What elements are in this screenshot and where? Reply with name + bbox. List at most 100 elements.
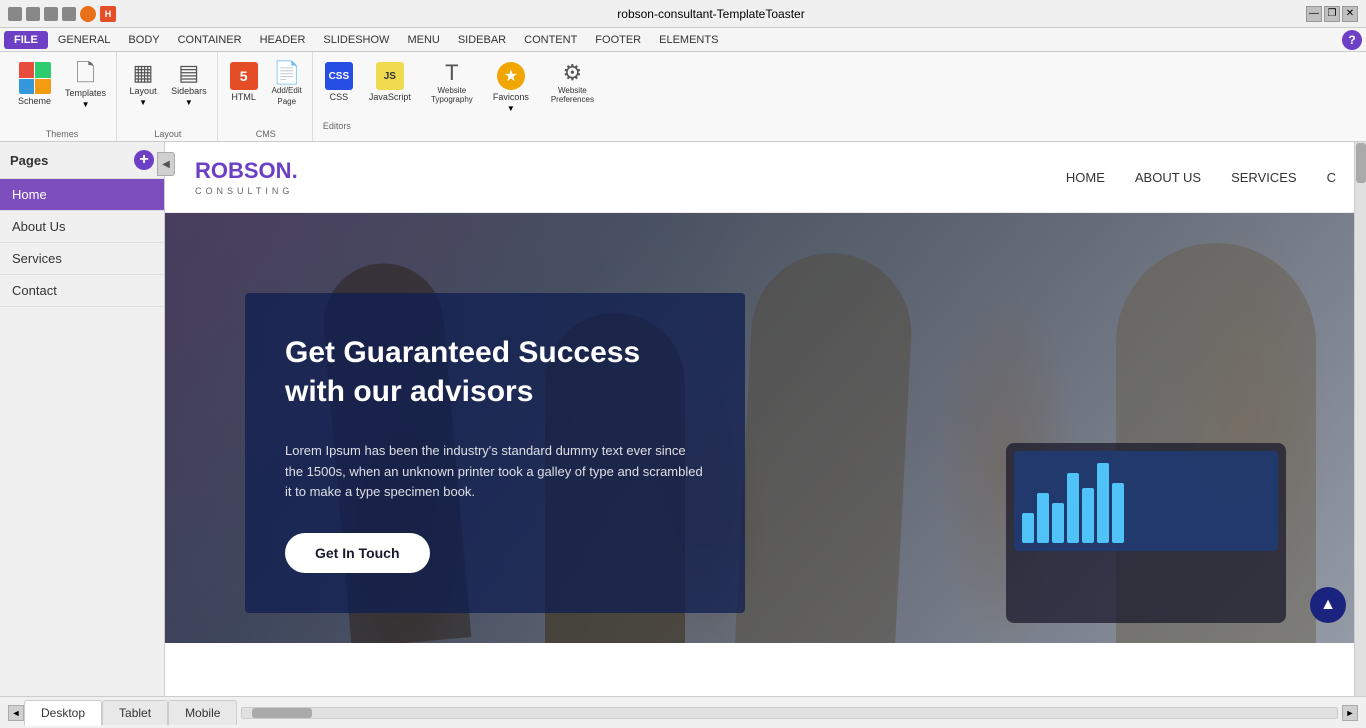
nav-link-about[interactable]: ABOUT US xyxy=(1135,170,1201,185)
fav-label: Favicons xyxy=(493,92,529,102)
menu-bar: FILE GENERAL BODY CONTAINER HEADER SLIDE… xyxy=(0,28,1366,52)
ribbon-themes-row: Scheme 🗋 Templates ▼ xyxy=(12,58,112,113)
pages-title: Pages xyxy=(10,153,48,168)
sidebar-item-contact[interactable]: Contact xyxy=(0,275,164,307)
help-button[interactable]: ? xyxy=(1342,30,1362,50)
css-button[interactable]: CSS CSS xyxy=(319,58,359,117)
cms-group-label: CMS xyxy=(256,127,276,139)
layout-button[interactable]: ▦ Layout ▼ xyxy=(123,58,163,111)
site-logo: ROBSON. xyxy=(195,158,298,184)
themes-group-label: Themes xyxy=(46,127,79,139)
tab-desktop[interactable]: Desktop xyxy=(24,700,102,726)
scroll-up-button[interactable]: ▲ xyxy=(1310,587,1346,623)
css-icon: CSS xyxy=(325,62,353,90)
bottom-bar-inner xyxy=(237,707,1342,719)
pref-label: Website Preferences xyxy=(545,86,600,104)
bottom-bar: ◄ Desktop Tablet Mobile ► xyxy=(0,696,1366,728)
menu-header[interactable]: HEADER xyxy=(252,31,314,49)
sidebar-item-about[interactable]: About Us xyxy=(0,211,164,243)
scroll-left-arrow[interactable]: ◄ xyxy=(8,705,24,721)
ribbon-group-layout: ▦ Layout ▼ ▤ Sidebars ▼ Layout xyxy=(119,52,218,141)
tab-mobile[interactable]: Mobile xyxy=(168,700,237,725)
nav-link-services[interactable]: SERVICES xyxy=(1231,170,1297,185)
layout-icon: ▦ xyxy=(133,62,154,84)
tab-tablet[interactable]: Tablet xyxy=(102,700,168,725)
title-bar: H robson-consultant-TemplateToaster — ❐ … xyxy=(0,0,1366,28)
add-page-button[interactable]: + xyxy=(134,150,154,170)
ribbon-group-themes: Scheme 🗋 Templates ▼ Themes xyxy=(8,52,117,141)
person-silhouette-3 xyxy=(735,249,916,643)
sidebar-collapse-button[interactable]: ◀ xyxy=(157,152,175,176)
h-scrollbar-thumb[interactable] xyxy=(252,708,312,718)
menu-sidebar[interactable]: SIDEBAR xyxy=(450,31,514,49)
sidebars-button[interactable]: ▤ Sidebars ▼ xyxy=(165,58,213,111)
bar-2 xyxy=(1037,493,1049,543)
scheme-label: Scheme xyxy=(18,96,51,106)
logo-subtitle: CONSULTING xyxy=(195,186,298,196)
sidebars-icon: ▤ xyxy=(178,62,199,84)
minimize-button[interactable]: — xyxy=(1306,6,1322,22)
javascript-button[interactable]: JS JavaScript xyxy=(363,58,417,117)
templates-label: Templates xyxy=(65,88,106,98)
menu-menu[interactable]: MENU xyxy=(399,31,447,49)
chart-area xyxy=(1014,451,1278,551)
typography-button[interactable]: T Website Typography xyxy=(421,58,483,117)
main-area: Pages + Home About Us Services Contact ◀… xyxy=(0,142,1366,696)
menu-body[interactable]: BODY xyxy=(120,31,167,49)
preferences-button[interactable]: ⚙ Website Preferences xyxy=(539,58,606,117)
nav-link-home[interactable]: HOME xyxy=(1066,170,1105,185)
add-edit-label: Add/Edit xyxy=(272,86,302,95)
add-edit-button[interactable]: 📄 Add/Edit Page xyxy=(266,58,308,110)
logo-name: ROBSON xyxy=(195,158,292,183)
layout-arrow: ▼ xyxy=(139,98,147,107)
device-tablet xyxy=(1006,443,1286,623)
favicons-button[interactable]: ★ Favicons ▼ xyxy=(487,58,535,117)
scrollbar-thumb[interactable] xyxy=(1356,143,1366,183)
menu-content[interactable]: CONTENT xyxy=(516,31,585,49)
layout-label: Layout xyxy=(130,86,157,96)
app-icon-3 xyxy=(44,7,58,21)
menu-file[interactable]: FILE xyxy=(4,31,48,49)
fav-arrow: ▼ xyxy=(507,104,515,113)
bar-7 xyxy=(1112,483,1124,543)
nav-link-more[interactable]: C xyxy=(1327,170,1336,185)
scheme-button[interactable]: Scheme xyxy=(12,58,57,110)
templates-arrow: ▼ xyxy=(82,100,90,109)
horizontal-scrollbar[interactable] xyxy=(241,707,1338,719)
pref-icon: ⚙ xyxy=(563,62,583,84)
fav-icon: ★ xyxy=(497,62,525,90)
sidebars-arrow: ▼ xyxy=(185,98,193,107)
hero-overlay: Get Guaranteed Success with our advisors… xyxy=(245,293,745,613)
close-button[interactable]: ✕ xyxy=(1342,6,1358,22)
app-icon-html5: H xyxy=(100,6,116,22)
templates-icon: 🗋 xyxy=(76,62,95,86)
hero-title: Get Guaranteed Success with our advisors xyxy=(285,333,705,411)
ribbon-layout-row: ▦ Layout ▼ ▤ Sidebars ▼ xyxy=(123,58,213,111)
hero-description: Lorem Ipsum has been the industry's stan… xyxy=(285,441,705,503)
app-icon-2 xyxy=(26,7,40,21)
sidebar-item-home[interactable]: Home xyxy=(0,179,164,211)
menu-slideshow[interactable]: SLIDESHOW xyxy=(315,31,397,49)
restore-button[interactable]: ❐ xyxy=(1324,6,1340,22)
app-icon-firefox xyxy=(80,6,96,22)
site-nav: ROBSON. CONSULTING HOME ABOUT US SERVICE… xyxy=(165,142,1366,213)
menu-footer[interactable]: FOOTER xyxy=(587,31,649,49)
editors-row1: CSS CSS JS JavaScript T Website Typograp… xyxy=(319,58,606,117)
app-icon-1 xyxy=(8,7,22,21)
bar-3 xyxy=(1052,503,1064,543)
html-button[interactable]: 5 HTML xyxy=(224,58,264,106)
hero-cta-button[interactable]: Get In Touch xyxy=(285,533,430,573)
menu-container[interactable]: CONTAINER xyxy=(170,31,250,49)
sidebar-item-services[interactable]: Services xyxy=(0,243,164,275)
templates-button[interactable]: 🗋 Templates ▼ xyxy=(59,58,112,113)
bar-6 xyxy=(1097,463,1109,543)
preview-frame: ROBSON. CONSULTING HOME ABOUT US SERVICE… xyxy=(165,142,1366,696)
website-content: ROBSON. CONSULTING HOME ABOUT US SERVICE… xyxy=(165,142,1366,696)
scroll-right-arrow[interactable]: ► xyxy=(1342,705,1358,721)
menu-elements[interactable]: ELEMENTS xyxy=(651,31,726,49)
vertical-scrollbar[interactable] xyxy=(1354,142,1366,696)
site-logo-block: ROBSON. CONSULTING xyxy=(195,158,298,196)
menu-general[interactable]: GENERAL xyxy=(50,31,119,49)
scheme-icon xyxy=(19,62,51,94)
js-icon: JS xyxy=(376,62,404,90)
